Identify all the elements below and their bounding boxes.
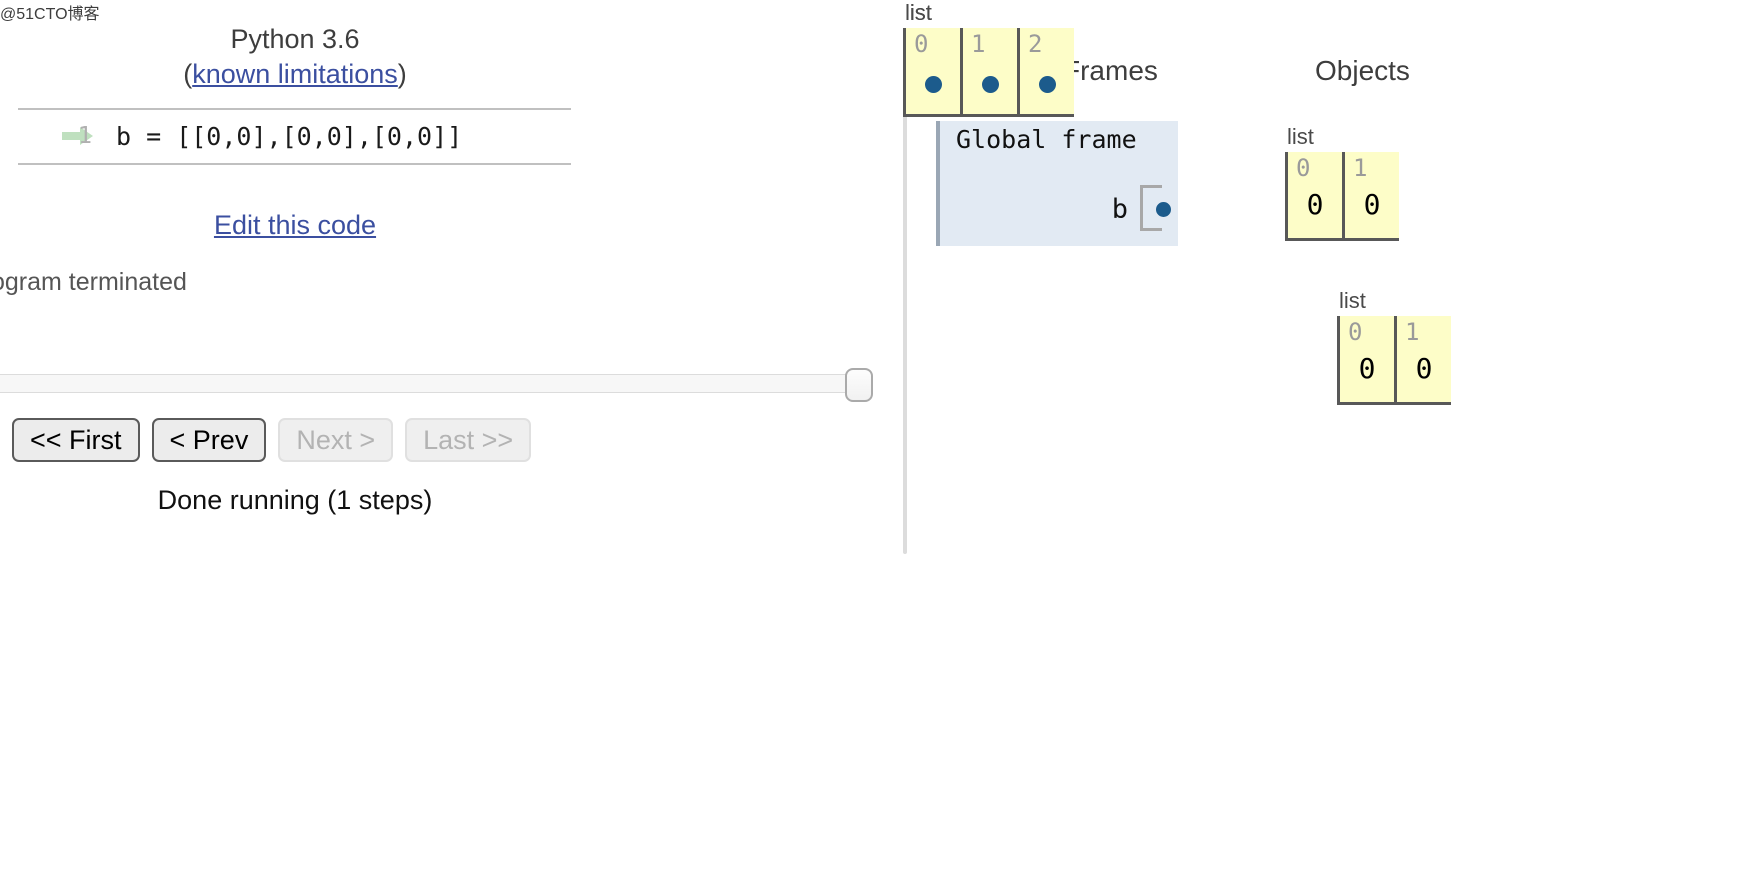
list-object-b: list 0 0 1 0 (1337, 288, 1451, 405)
cell-index: 0 (1348, 318, 1363, 346)
slider-handle[interactable] (845, 368, 873, 402)
python-version-label: Python 3.6 (230, 24, 360, 54)
navigation-buttons: << First < Prev Next > Last >> (12, 418, 532, 462)
slider-track[interactable] (0, 374, 867, 393)
known-limitations-line: (known limitations) (0, 57, 590, 92)
pointer-dot-icon (1156, 202, 1171, 217)
cell-value: 0 (1358, 352, 1376, 385)
cell-value: 0 (1363, 188, 1381, 221)
code-line-text: b = [[0,0],[0,0],[0,0]] (116, 121, 463, 151)
list-cells: 0 1 2 (903, 28, 1074, 117)
clipped-status-text: Program terminated (0, 268, 187, 296)
prev-button[interactable]: < Prev (151, 418, 267, 462)
variable-row-b: b (1112, 183, 1176, 235)
list-cell: 0 (903, 28, 960, 114)
list-type-label: list (905, 0, 932, 25)
execution-status-text: Done running (1 steps) (157, 485, 433, 515)
code-display: 1 b = [[0,0],[0,0],[0,0]] (18, 108, 571, 165)
cell-index: 1 (1353, 154, 1368, 182)
cell-value: 0 (1415, 352, 1433, 385)
paren-close: ) (397, 58, 407, 89)
list-cells: 0 0 1 0 (1337, 316, 1451, 405)
cell-index: 1 (971, 30, 986, 58)
list-object-outer: list 0 1 2 (903, 0, 1074, 117)
execution-slider[interactable] (0, 368, 892, 402)
list-cells: 0 0 1 0 (1285, 152, 1399, 241)
cell-index: 2 (1028, 30, 1043, 58)
global-frame: Global frame b (936, 121, 1178, 246)
known-limitations-link[interactable]: known limitations (192, 59, 398, 89)
list-cell: 0 0 (1337, 316, 1394, 402)
variable-name-b: b (1111, 193, 1128, 225)
list-object-a: list 0 0 1 0 (1285, 124, 1399, 241)
list-cell: 0 0 (1285, 152, 1342, 238)
pointer-dot-icon (982, 76, 999, 93)
python-version-header: Python 3.6 (known limitations) (0, 22, 590, 91)
variable-value-slot-b (1140, 183, 1176, 235)
list-cell: 2 (1017, 28, 1074, 114)
last-button: Last >> (405, 418, 532, 462)
edit-this-code-link[interactable]: Edit this code (0, 210, 590, 241)
list-type-label: list (1339, 288, 1366, 313)
frames-heading: Frames (1063, 55, 1158, 86)
cell-index: 0 (1296, 154, 1311, 182)
pointer-dot-icon (925, 76, 942, 93)
code-line-1: 1 b = [[0,0],[0,0],[0,0]] (18, 118, 571, 154)
cell-index: 1 (1405, 318, 1420, 346)
code-line-number: 1 (78, 123, 92, 149)
paren-open: ( (183, 58, 193, 89)
next-button: Next > (278, 418, 394, 462)
list-cell: 1 0 (1342, 152, 1399, 238)
visualization-pane: Frames Objects Global frame b list 0 0 1… (903, 0, 1758, 880)
code-pane: Python 3.6 (known limitations) 1 b = [[0… (0, 0, 903, 880)
first-button[interactable]: << First (12, 418, 140, 462)
global-frame-title: Global frame (956, 125, 1137, 154)
execution-pointer-arrow-icon (18, 126, 93, 146)
objects-heading: Objects (1315, 55, 1410, 86)
cell-index: 0 (914, 30, 929, 58)
list-cell: 1 0 (1394, 316, 1451, 402)
pointer-dot-icon (1039, 76, 1056, 93)
cell-value: 0 (1306, 188, 1324, 221)
list-type-label: list (1287, 124, 1314, 149)
list-cell: 1 (960, 28, 1017, 114)
